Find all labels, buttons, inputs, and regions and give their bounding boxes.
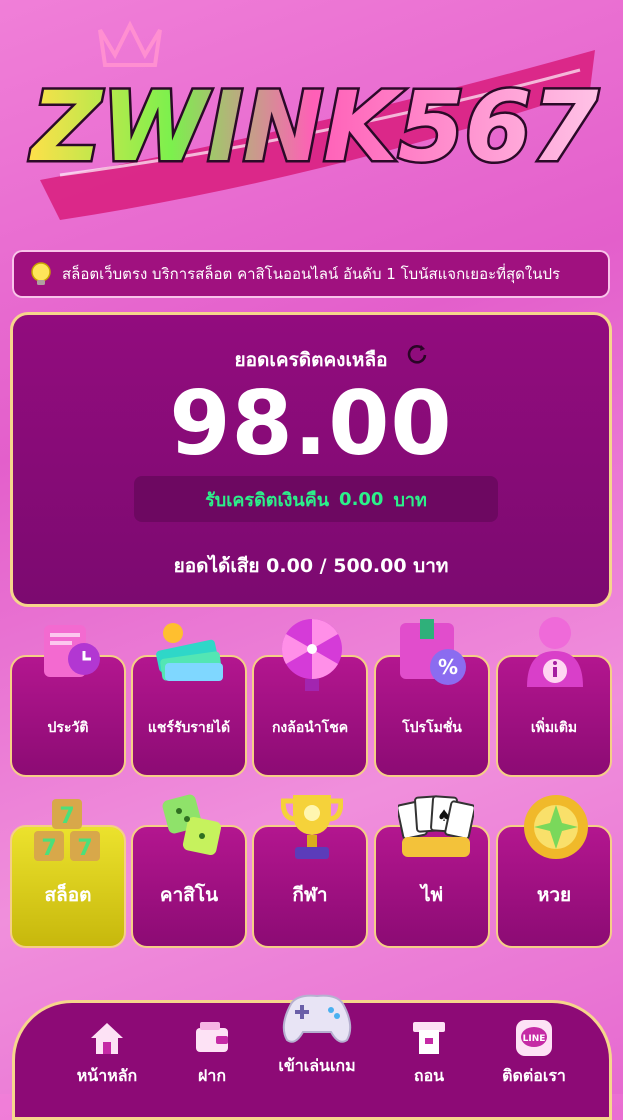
category-slot-label: สล็อต <box>44 884 92 906</box>
lightbulb-icon <box>31 262 51 285</box>
svg-text:7: 7 <box>41 836 56 861</box>
category-casino[interactable]: คาสิโน <box>131 794 247 948</box>
trophy-icon <box>281 795 343 859</box>
winloss-text: ยอดได้เสีย 0.00 / 500.00 บาท <box>173 555 449 577</box>
wallet-icon <box>196 1022 228 1052</box>
category-sports-label: กีฬา <box>292 884 328 906</box>
dice-icon <box>162 794 222 856</box>
nav-contact-label: ติดต่อเรา <box>502 1066 566 1085</box>
logo-text: ZWINK567 <box>29 71 599 183</box>
category-cards-label: ไพ่ <box>420 884 444 906</box>
menu-share-income-label: แชร์รับรายได้ <box>147 720 231 736</box>
announcement-bar: สล็อตเว็บตรง บริการสล็อต คาสิโนออนไลน์ อ… <box>12 250 610 298</box>
nav-withdraw-label: ถอน <box>413 1066 445 1085</box>
cashback-value: 0.00 <box>339 488 384 510</box>
menu-share-income[interactable]: แชร์รับรายได้ <box>131 623 247 777</box>
nav-home[interactable]: หน้าหลัก <box>59 1018 155 1089</box>
cashback-button[interactable]: รับเครดิตเงินคืน 0.00 บาท <box>134 476 498 522</box>
money-stack-icon <box>156 623 223 681</box>
menu-promotion[interactable]: % โปรโมชั่น <box>374 619 490 777</box>
category-lottery[interactable]: หวย <box>496 795 612 948</box>
svg-text:7: 7 <box>59 804 74 829</box>
nav-deposit-label: ฝาก <box>197 1066 227 1085</box>
svg-text:7: 7 <box>77 836 92 861</box>
lucky-wheel-icon <box>281 619 342 691</box>
svg-text:LINE: LINE <box>523 1034 546 1044</box>
slot-777-icon: 7 7 7 <box>34 799 100 861</box>
category-sports[interactable]: กีฬา <box>252 795 368 948</box>
balance-title: ยอดเครดิตคงเหลือ <box>234 349 388 371</box>
menu-lucky-wheel-label: กงล้อนำโชค <box>271 720 349 736</box>
menu-lucky-wheel[interactable]: กงล้อนำโชค <box>252 619 368 777</box>
history-icon <box>44 625 100 677</box>
refresh-icon[interactable] <box>406 343 428 365</box>
user-info-icon <box>527 617 583 687</box>
brand-logo: ZWINK567 <box>20 10 610 240</box>
category-casino-label: คาสิโน <box>159 884 219 906</box>
promotion-icon: % <box>400 619 466 685</box>
lottery-ball-icon <box>524 795 588 859</box>
category-cards[interactable]: ♠ ไพ่ <box>374 795 490 948</box>
nav-home-label: หน้าหลัก <box>76 1066 138 1085</box>
menu-history-label: ประวัติ <box>47 720 89 736</box>
bottom-nav: หน้าหลัก ฝาก เข้าเล่นเกม ถอน LINE ติดต่อ… <box>12 994 612 1120</box>
nav-withdraw[interactable]: ถอน <box>381 1018 477 1089</box>
cards-icon: ♠ <box>398 795 474 857</box>
svg-text:%: % <box>438 655 458 679</box>
balance-card: ยอดเครดิตคงเหลือ 98.00 รับเครดิตเงินคืน … <box>10 312 612 607</box>
withdraw-icon <box>413 1022 445 1054</box>
line-icon: LINE <box>516 1020 552 1056</box>
menu-history[interactable]: ประวัติ <box>10 625 126 777</box>
svg-text:♠: ♠ <box>437 806 451 825</box>
nav-contact[interactable]: LINE ติดต่อเรา <box>486 1018 582 1089</box>
category-slot[interactable]: 7 7 7 สล็อต <box>10 799 126 948</box>
menu-more-label: เพิ่มเติม <box>530 720 578 736</box>
menu-promotion-label: โปรโมชั่น <box>402 720 462 736</box>
nav-play-game-label: เข้าเล่นเกม <box>278 1056 356 1075</box>
nav-play-game[interactable]: เข้าเล่นเกม <box>269 994 365 1079</box>
category-lottery-label: หวย <box>536 884 572 906</box>
nav-deposit[interactable]: ฝาก <box>164 1018 260 1089</box>
announcement-text: สล็อตเว็บตรง บริการสล็อต คาสิโนออนไลน์ อ… <box>62 265 561 283</box>
balance-amount: 98.00 <box>169 372 453 475</box>
cashback-label: รับเครดิตเงินคืน <box>205 489 330 511</box>
cashback-unit: บาท <box>393 489 427 511</box>
gamepad-icon <box>282 994 352 1043</box>
menu-more[interactable]: เพิ่มเติม <box>496 617 612 777</box>
home-icon <box>91 1023 123 1054</box>
